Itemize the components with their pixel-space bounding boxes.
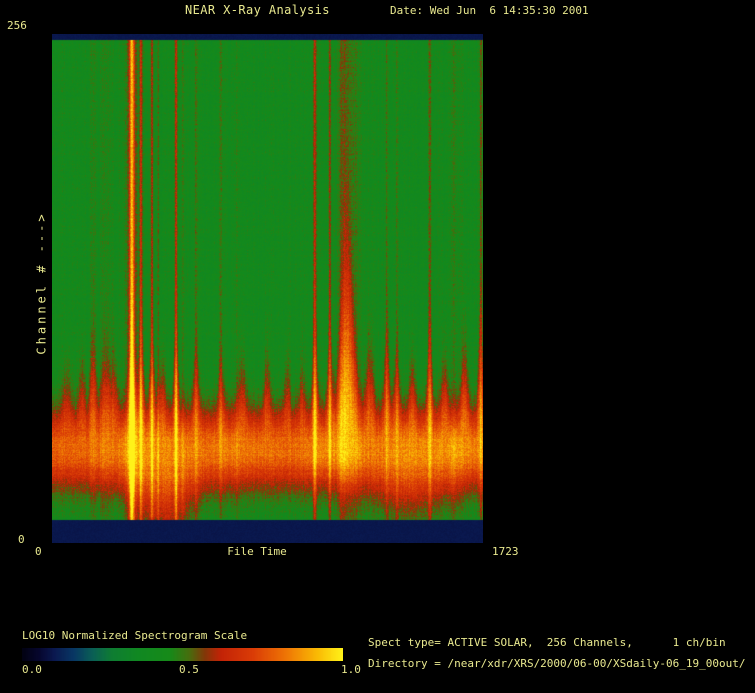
colorbar-tick: 1.0 (341, 663, 361, 676)
xray-analysis-window: NEAR X-Ray Analysis Date: Wed Jun 6 14:3… (0, 0, 755, 693)
colorbar-title: LOG10 Normalized Spectrogram Scale (22, 629, 248, 642)
colorbar-canvas (22, 648, 343, 661)
spectrogram-canvas (52, 34, 483, 543)
colorbar-tick: 0.5 (179, 663, 199, 676)
date-label: Date: Wed Jun 6 14:35:30 2001 (390, 4, 589, 17)
y-axis-max-tick: 256 (7, 19, 27, 32)
page-title: NEAR X-Ray Analysis (185, 3, 330, 17)
y-axis-title: Channel # ---> (34, 211, 49, 355)
x-axis-max-tick: 1723 (492, 545, 519, 558)
spect-type-label: Spect type= ACTIVE SOLAR, 256 Channels, … (368, 636, 726, 649)
colorbar-tick: 0.0 (22, 663, 42, 676)
x-axis-title: File Time (227, 545, 287, 558)
x-axis-min-tick: 0 (35, 545, 42, 558)
directory-label: Directory = /near/xdr/XRS/2000/06-00/XSd… (368, 657, 746, 670)
y-axis-min-tick: 0 (18, 533, 25, 546)
